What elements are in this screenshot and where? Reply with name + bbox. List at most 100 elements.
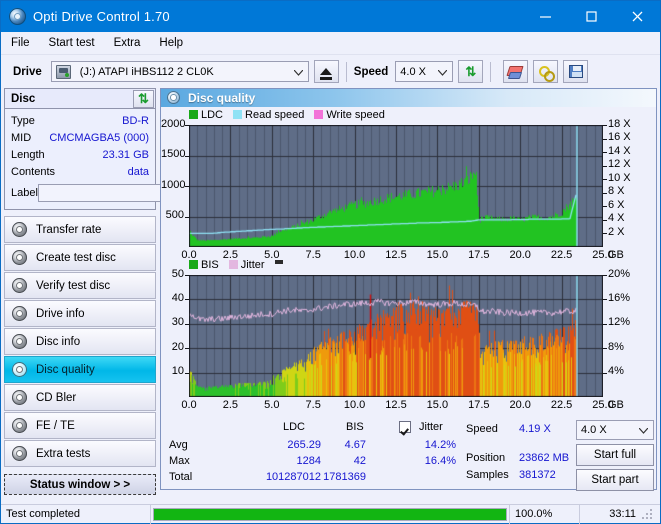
row-value: BD-R bbox=[122, 115, 149, 127]
axis-tick-label: 17.5 bbox=[464, 399, 494, 411]
maximize-button[interactable] bbox=[568, 1, 614, 32]
row-key: Type bbox=[11, 115, 35, 127]
axis-tick bbox=[185, 373, 189, 374]
stats-max-ldc: 1284 bbox=[261, 455, 321, 467]
sidebar-item-disc-info[interactable]: Disc info bbox=[4, 328, 156, 355]
axis-tick bbox=[603, 233, 607, 234]
row-value: CMCMAGBA5 (000) bbox=[49, 132, 149, 144]
label-key: Label bbox=[11, 187, 38, 199]
refresh-icon: ⇅ bbox=[465, 65, 476, 78]
axis-tick-label: 8 X bbox=[608, 185, 625, 197]
axis-tick-label: 8% bbox=[608, 341, 624, 353]
menu-file[interactable]: File bbox=[11, 37, 30, 49]
refresh-button[interactable]: ⇅ bbox=[458, 60, 483, 83]
progress-bar-fill bbox=[154, 509, 506, 520]
status-window-button[interactable]: Status window > > bbox=[4, 474, 156, 495]
drive-toolbar: Drive (J:) ATAPI iHBS112 2 CL0K Speed 4.… bbox=[1, 55, 660, 88]
sidebar-item-extra-tests[interactable]: Extra tests bbox=[4, 440, 156, 467]
resize-grip-icon[interactable] bbox=[642, 509, 652, 519]
stats-col-ldc: LDC bbox=[283, 421, 305, 433]
axis-tick-label: 10 X bbox=[608, 172, 631, 184]
axis-tick bbox=[603, 299, 607, 300]
sidebar-item-fe-te[interactable]: FE / TE bbox=[4, 412, 156, 439]
axis-tick bbox=[603, 152, 607, 153]
sidebar-item-cd-bler[interactable]: CD Bler bbox=[4, 384, 156, 411]
start-part-button[interactable]: Start part bbox=[576, 469, 654, 491]
minimize-button[interactable] bbox=[522, 1, 568, 32]
sidebar-item-drive-info[interactable]: Drive info bbox=[4, 300, 156, 327]
axis-tick-label: 0.0 bbox=[174, 399, 204, 411]
stats-position-key: Position bbox=[466, 452, 505, 464]
sidebar-item-label: Disc quality bbox=[36, 364, 95, 376]
axis-tick-label: 15.0 bbox=[422, 399, 452, 411]
stats-max-bis: 42 bbox=[321, 455, 366, 467]
stats-avg-ldc: 265.29 bbox=[261, 439, 321, 451]
axis-tick-label: 4% bbox=[608, 365, 624, 377]
legend-label-bis: BIS bbox=[201, 259, 219, 271]
progress-bar-cell bbox=[151, 505, 510, 524]
sidebar-item-label: FE / TE bbox=[36, 420, 75, 432]
chevron-down-icon bbox=[294, 62, 303, 83]
axis-tick-label: 2 X bbox=[608, 226, 625, 238]
sidebar-item-transfer-rate[interactable]: Transfer rate bbox=[4, 216, 156, 243]
axis-tick bbox=[603, 139, 607, 140]
status-bar: Test completed 100.0% 33:11 bbox=[1, 504, 660, 523]
save-button[interactable] bbox=[563, 60, 588, 83]
progress-percent: 100.0% bbox=[510, 505, 580, 524]
axis-tick bbox=[185, 324, 189, 325]
axis-tick-label: 7.5 bbox=[298, 249, 328, 261]
stats-avg-bis: 4.67 bbox=[321, 439, 366, 451]
sidebar-item-label: Create test disc bbox=[36, 252, 116, 264]
axis-tick-label: 10.0 bbox=[340, 249, 370, 261]
row-key: Contents bbox=[11, 166, 55, 178]
ldc-chart-legend: LDC Read speed Write speed bbox=[189, 109, 391, 121]
speed-select[interactable]: 4.0 X bbox=[395, 61, 453, 82]
axis-tick bbox=[603, 193, 607, 194]
tools-button[interactable] bbox=[533, 60, 558, 83]
start-full-button[interactable]: Start full bbox=[576, 444, 654, 466]
sidebar-item-create-test-disc[interactable]: Create test disc bbox=[4, 244, 156, 271]
save-icon bbox=[569, 65, 583, 78]
disc-icon bbox=[12, 334, 27, 349]
disc-icon bbox=[12, 250, 27, 265]
stats-max-jitter: 16.4% bbox=[406, 455, 456, 467]
axis-tick-label: 40 bbox=[161, 292, 184, 304]
legend-label-ldc: LDC bbox=[201, 109, 223, 121]
eject-button[interactable] bbox=[314, 60, 339, 83]
stats-position-value: 23862 MB bbox=[519, 452, 569, 464]
menu-start-test[interactable]: Start test bbox=[49, 37, 95, 49]
test-speed-select[interactable]: 4.0 X bbox=[576, 420, 654, 440]
menu-extra[interactable]: Extra bbox=[114, 37, 141, 49]
disc-panel-title: Disc bbox=[11, 93, 35, 105]
erase-button[interactable] bbox=[503, 60, 528, 83]
charts-area: LDC Read speed Write speed 2000150010005… bbox=[161, 107, 656, 419]
chevron-down-icon bbox=[639, 421, 648, 442]
axis-tick bbox=[185, 348, 189, 349]
ldc-chart-canvas bbox=[189, 125, 603, 247]
drive-select[interactable]: (J:) ATAPI iHBS112 2 CL0K bbox=[51, 61, 309, 82]
main-pane-header: Disc quality bbox=[161, 89, 656, 107]
axis-tick-label: 18 X bbox=[608, 118, 631, 130]
sidebar-item-disc-quality[interactable]: Disc quality bbox=[4, 356, 156, 383]
disc-icon bbox=[12, 418, 27, 433]
row-key: MID bbox=[11, 132, 31, 144]
jitter-checkbox[interactable] bbox=[399, 421, 411, 433]
disc-row-contents: Contents data bbox=[11, 163, 149, 180]
axis-tick-label: 12 X bbox=[608, 158, 631, 170]
axis-tick-label: 20 bbox=[161, 341, 184, 353]
axis-tick bbox=[603, 220, 607, 221]
axis-tick-label: 22.5 bbox=[547, 399, 577, 411]
sidebar-item-verify-test-disc[interactable]: Verify test disc bbox=[4, 272, 156, 299]
divider bbox=[346, 62, 347, 82]
axis-tick-label: 12.5 bbox=[381, 399, 411, 411]
stats-speed-value: 4.19 X bbox=[519, 423, 551, 435]
disc-refresh-button[interactable]: ⇅ bbox=[133, 90, 154, 108]
disc-info-rows: Type BD-R MID CMCMAGBA5 (000) Length 23.… bbox=[5, 109, 155, 209]
axis-tick bbox=[603, 206, 607, 207]
drive-label: Drive bbox=[13, 66, 42, 78]
menu-help[interactable]: Help bbox=[159, 37, 183, 49]
disc-row-mid: MID CMCMAGBA5 (000) bbox=[11, 129, 149, 146]
main-pane: Disc quality LDC Read speed Write speed … bbox=[160, 88, 657, 490]
close-button[interactable] bbox=[614, 1, 660, 32]
window-controls bbox=[522, 1, 660, 32]
